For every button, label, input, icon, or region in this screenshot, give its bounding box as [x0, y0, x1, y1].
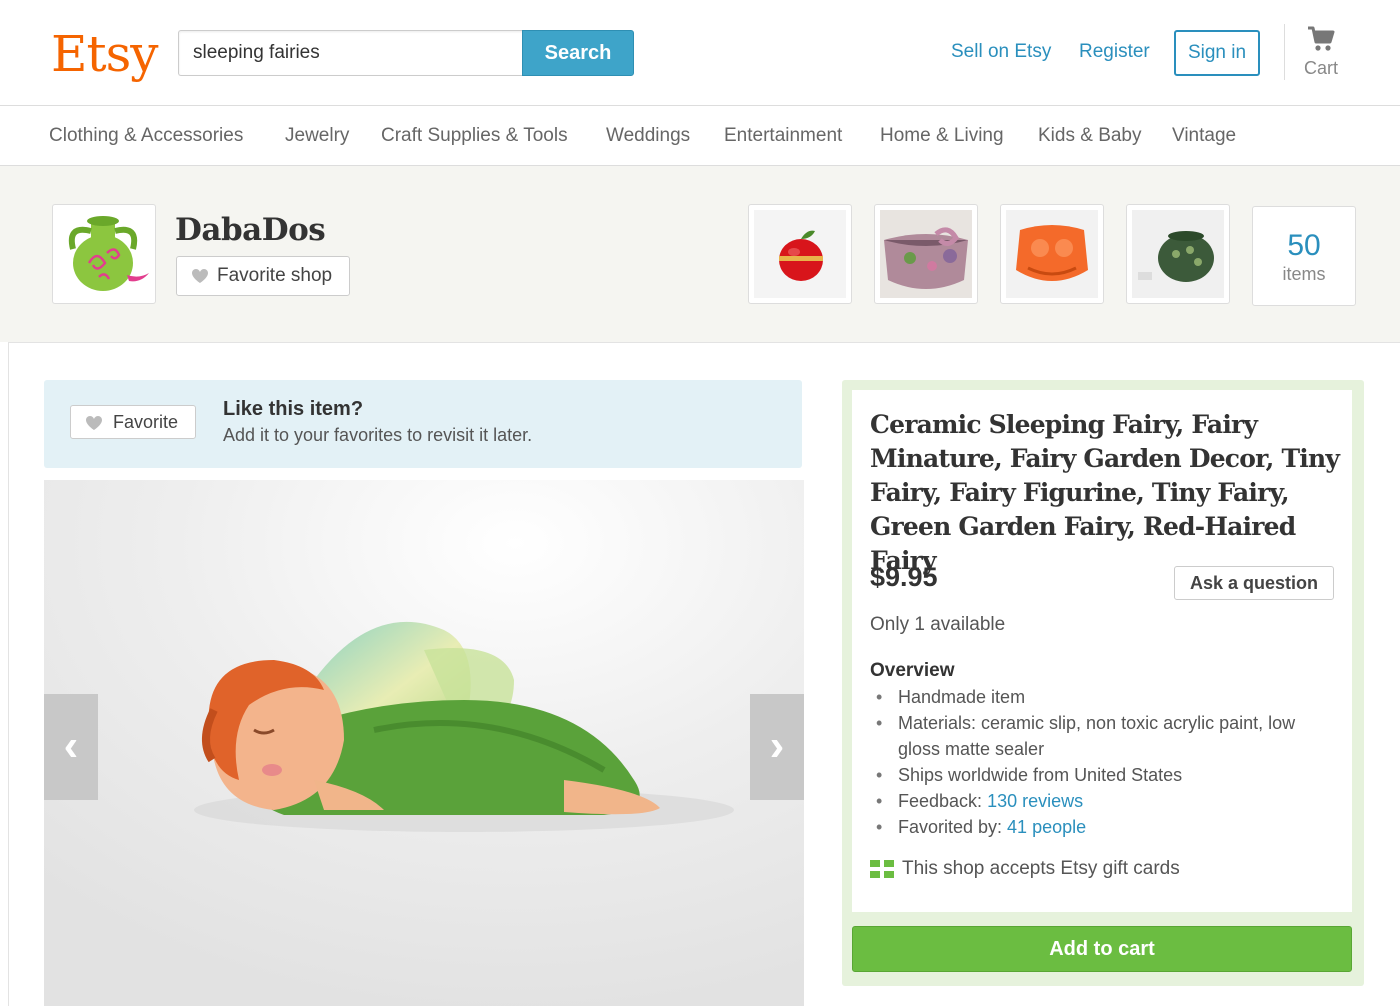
- shop-item-thumbnail[interactable]: [874, 204, 978, 304]
- heart-icon: [192, 269, 208, 283]
- shop-name[interactable]: DabaDos: [175, 212, 326, 248]
- add-to-cart-button[interactable]: Add to cart: [852, 926, 1352, 972]
- listing-title: Ceramic Sleeping Fairy, Fairy Minature, …: [870, 410, 1340, 575]
- category-craft-supplies-tools[interactable]: Craft Supplies & Tools: [381, 124, 568, 148]
- yarn-bowl-image: [880, 210, 972, 298]
- favorited-label: Favorited by:: [898, 817, 1008, 837]
- ask-question-button[interactable]: Ask a question: [1174, 566, 1334, 600]
- red-apple-box-image: [754, 210, 846, 298]
- favorited-people-link[interactable]: 41 people: [1007, 817, 1086, 837]
- category-vintage[interactable]: Vintage: [1172, 124, 1236, 148]
- shop-header: DabaDos Favorite shop 50 items: [0, 166, 1400, 342]
- gift-card-text: This shop accepts Etsy gift cards: [902, 858, 1180, 879]
- category-kids-baby[interactable]: Kids & Baby: [1038, 124, 1142, 148]
- etsy-logo[interactable]: Etsy: [51, 26, 158, 82]
- favorite-shop-button[interactable]: Favorite shop: [176, 256, 350, 296]
- header-divider: [1284, 24, 1285, 80]
- sign-in-button[interactable]: Sign in: [1174, 30, 1260, 76]
- like-banner-subtitle: Add it to your favorites to revisit it l…: [223, 425, 533, 445]
- site-header: Etsy Search Sell on Etsy Register Sign i…: [0, 0, 1400, 106]
- category-jewelry[interactable]: Jewelry: [285, 124, 349, 148]
- sell-on-etsy-link[interactable]: Sell on Etsy: [951, 40, 1051, 64]
- category-nav: Clothing & Accessories Jewelry Craft Sup…: [0, 107, 1400, 166]
- orange-owl-dish-image: [1006, 210, 1098, 298]
- overview-materials: Materials: ceramic slip, non toxic acryl…: [870, 710, 1340, 762]
- search-button[interactable]: Search: [522, 30, 634, 76]
- category-home-living[interactable]: Home & Living: [880, 124, 1004, 148]
- cart-label: Cart: [1303, 58, 1338, 78]
- reviews-link[interactable]: 130 reviews: [987, 791, 1083, 811]
- availability-text: Only 1 available: [870, 614, 1006, 635]
- vase-logo-image: [68, 216, 149, 291]
- sleeping-fairy-figurine-image: [44, 480, 804, 1006]
- overview-heading: Overview: [870, 660, 955, 681]
- favorite-item-button[interactable]: Favorite: [70, 405, 196, 439]
- overview-shipping: Ships worldwide from United States: [870, 762, 1340, 788]
- favorite-shop-label: Favorite shop: [217, 265, 333, 286]
- listing-price: $9.95: [870, 562, 938, 592]
- category-clothing-accessories[interactable]: Clothing & Accessories: [49, 124, 243, 148]
- overview-handmade: Handmade item: [870, 684, 1340, 710]
- previous-image-button[interactable]: ‹: [44, 694, 98, 800]
- gift-card-notice: This shop accepts Etsy gift cards: [870, 857, 1180, 881]
- green-candle-holder-image: [1132, 210, 1224, 298]
- items-label: items: [1282, 264, 1326, 284]
- overview-list: Handmade item Materials: ceramic slip, n…: [870, 684, 1340, 840]
- chevron-right-icon: ›: [769, 721, 785, 770]
- like-banner-title: Like this item?: [223, 398, 364, 420]
- register-link[interactable]: Register: [1079, 40, 1150, 64]
- shop-item-thumbnail[interactable]: [748, 204, 852, 304]
- search-input[interactable]: [178, 30, 524, 76]
- heart-icon: [86, 416, 102, 430]
- product-image[interactable]: [44, 480, 804, 1006]
- next-image-button[interactable]: ›: [750, 694, 804, 800]
- feedback-label: Feedback:: [898, 791, 988, 811]
- chevron-left-icon: ‹: [63, 721, 79, 770]
- category-weddings[interactable]: Weddings: [606, 124, 690, 148]
- favorite-item-label: Favorite: [113, 412, 179, 432]
- gift-card-icon: [870, 860, 894, 878]
- overview-feedback: Feedback: 130 reviews: [870, 788, 1340, 814]
- shop-item-thumbnail[interactable]: [1126, 204, 1230, 304]
- overview-favorited: Favorited by: 41 people: [870, 814, 1340, 840]
- shop-item-thumbnail[interactable]: [1000, 204, 1104, 304]
- category-entertainment[interactable]: Entertainment: [724, 124, 842, 148]
- shop-avatar[interactable]: [52, 204, 156, 304]
- items-count: 50: [1287, 229, 1321, 262]
- shop-items-count[interactable]: 50 items: [1252, 206, 1356, 306]
- cart-button[interactable]: Cart: [1296, 22, 1346, 84]
- cart-icon: [1308, 26, 1335, 51]
